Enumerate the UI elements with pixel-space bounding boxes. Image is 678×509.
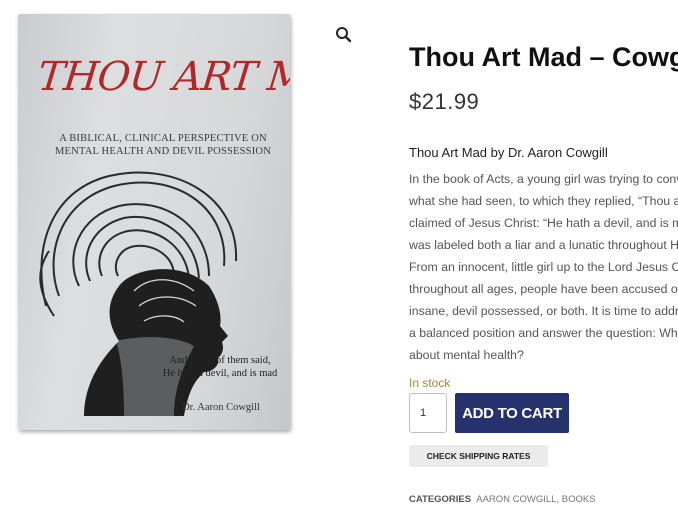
book-cover-image[interactable]: THOU ART MAD A BIBLICAL, CLINICAL PERSPE… bbox=[18, 14, 290, 430]
check-shipping-rates-button[interactable]: CHECK SHIPPING RATES bbox=[409, 445, 548, 467]
description-line: In the book of Acts, a young girl was tr… bbox=[409, 172, 678, 186]
categories-label: CATEGORIES bbox=[409, 494, 472, 505]
product-price: $21.99 bbox=[409, 89, 480, 114]
book-cover-author: Dr. Aaron Cowgill bbox=[182, 402, 260, 413]
category-link-books[interactable]: BOOKS bbox=[562, 494, 596, 505]
stock-status: In stock bbox=[409, 376, 451, 390]
quantity-input[interactable] bbox=[409, 393, 447, 433]
description-line: a balanced position and answer the quest… bbox=[409, 326, 678, 340]
description-line: insane, devil possessed, or both. It is … bbox=[409, 304, 678, 318]
add-to-cart-button[interactable]: ADD TO CART bbox=[455, 393, 569, 433]
description-line: claimed of Jesus Christ: “He hath a devi… bbox=[409, 216, 678, 230]
description-heading: Thou Art Mad by Dr. Aaron Cowgill bbox=[409, 145, 608, 160]
product-gallery: THOU ART MAD A BIBLICAL, CLINICAL PERSPE… bbox=[0, 0, 390, 509]
book-cover-subtitle: A BIBLICAL, CLINICAL PERSPECTIVE ON MENT… bbox=[55, 133, 271, 157]
product-title: Thou Art Mad – Cowgill bbox=[409, 42, 678, 72]
description-line: what she had seen, to which they replied… bbox=[409, 194, 678, 208]
book-cover-quote: And many of them said, He hath a devil, … bbox=[150, 354, 290, 380]
description-line: From an innocent, little girl up to the … bbox=[409, 260, 678, 274]
description-line: throughout all ages, people have been ac… bbox=[409, 282, 678, 296]
zoom-search-icon[interactable] bbox=[333, 24, 355, 46]
category-link-aaron-cowgill[interactable]: AARON COWGILL bbox=[476, 494, 556, 505]
book-cover-quote-line2: He hath a devil, and is mad bbox=[162, 368, 278, 379]
description-line: was labeled both a liar and a lunatic th… bbox=[409, 238, 678, 252]
book-cover-title: THOU ART MAD bbox=[35, 54, 290, 100]
description-line: about mental health? bbox=[409, 348, 524, 362]
book-cover-quote-line1: And many of them said, bbox=[169, 355, 271, 366]
product-categories: CATEGORIES AARON COWGILL, BOOKS bbox=[409, 494, 596, 505]
product-summary: Thou Art Mad – Cowgill $21.99 Thou Art M… bbox=[409, 0, 678, 509]
product-description: In the book of Acts, a young girl was tr… bbox=[409, 168, 678, 366]
